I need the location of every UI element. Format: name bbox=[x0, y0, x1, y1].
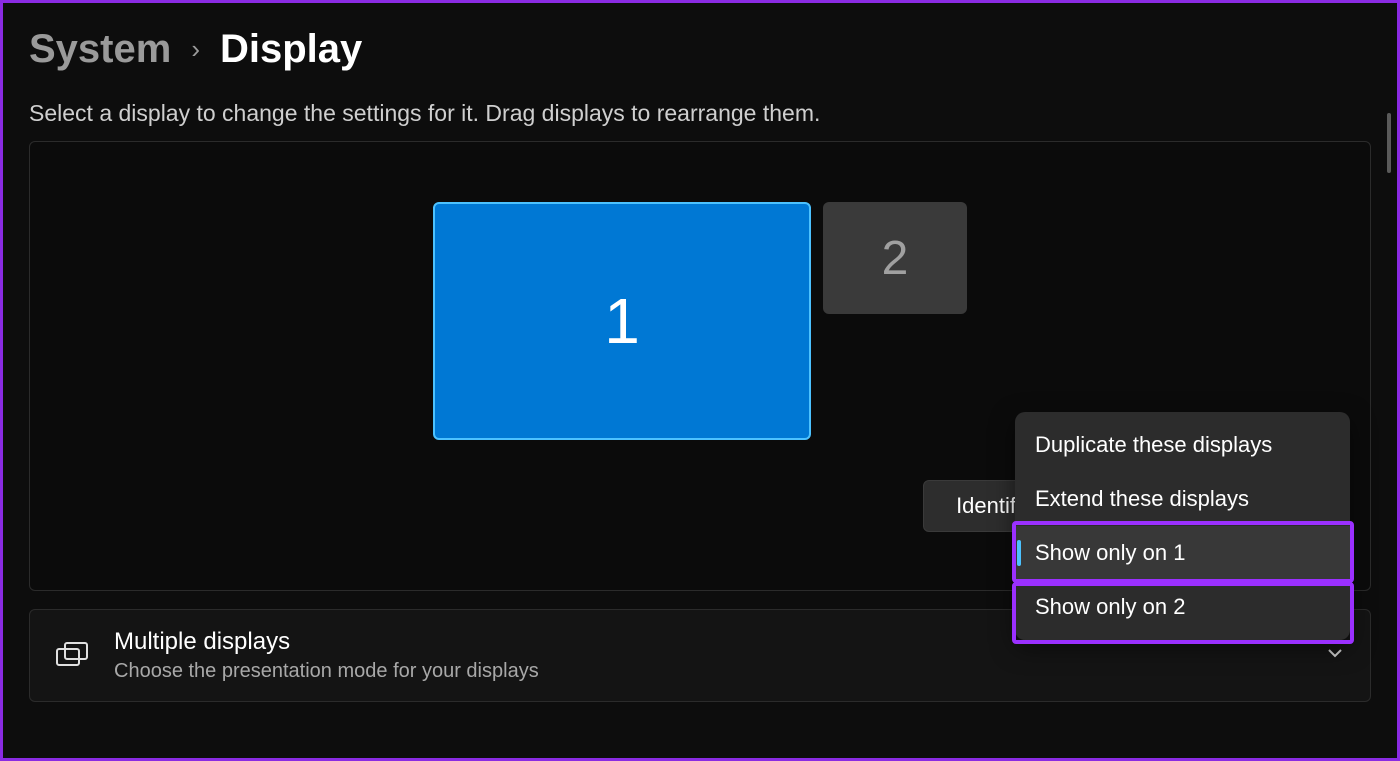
chevron-down-icon bbox=[1326, 644, 1344, 667]
multiple-displays-icon bbox=[56, 642, 90, 670]
breadcrumb: System › Display bbox=[29, 27, 1371, 72]
display-arrangement-panel: 1 2 Identify Duplicate these displays Ex… bbox=[29, 141, 1371, 591]
page-title: Display bbox=[220, 27, 362, 72]
scrollbar[interactable] bbox=[1387, 113, 1391, 173]
chevron-right-icon: › bbox=[191, 34, 200, 65]
projection-mode-dropdown[interactable]: Duplicate these displays Extend these di… bbox=[1015, 412, 1350, 640]
display-monitor-2[interactable]: 2 bbox=[823, 202, 967, 314]
menu-item-duplicate-displays[interactable]: Duplicate these displays bbox=[1015, 418, 1350, 472]
instruction-text: Select a display to change the settings … bbox=[29, 100, 1371, 127]
menu-item-show-only-1[interactable]: Show only on 1 bbox=[1015, 526, 1350, 580]
display-monitor-1[interactable]: 1 bbox=[433, 202, 811, 440]
breadcrumb-parent[interactable]: System bbox=[29, 27, 171, 72]
menu-item-show-only-2[interactable]: Show only on 2 bbox=[1015, 580, 1350, 634]
menu-item-extend-displays[interactable]: Extend these displays bbox=[1015, 472, 1350, 526]
section-subtitle: Choose the presentation mode for your di… bbox=[114, 660, 1302, 683]
